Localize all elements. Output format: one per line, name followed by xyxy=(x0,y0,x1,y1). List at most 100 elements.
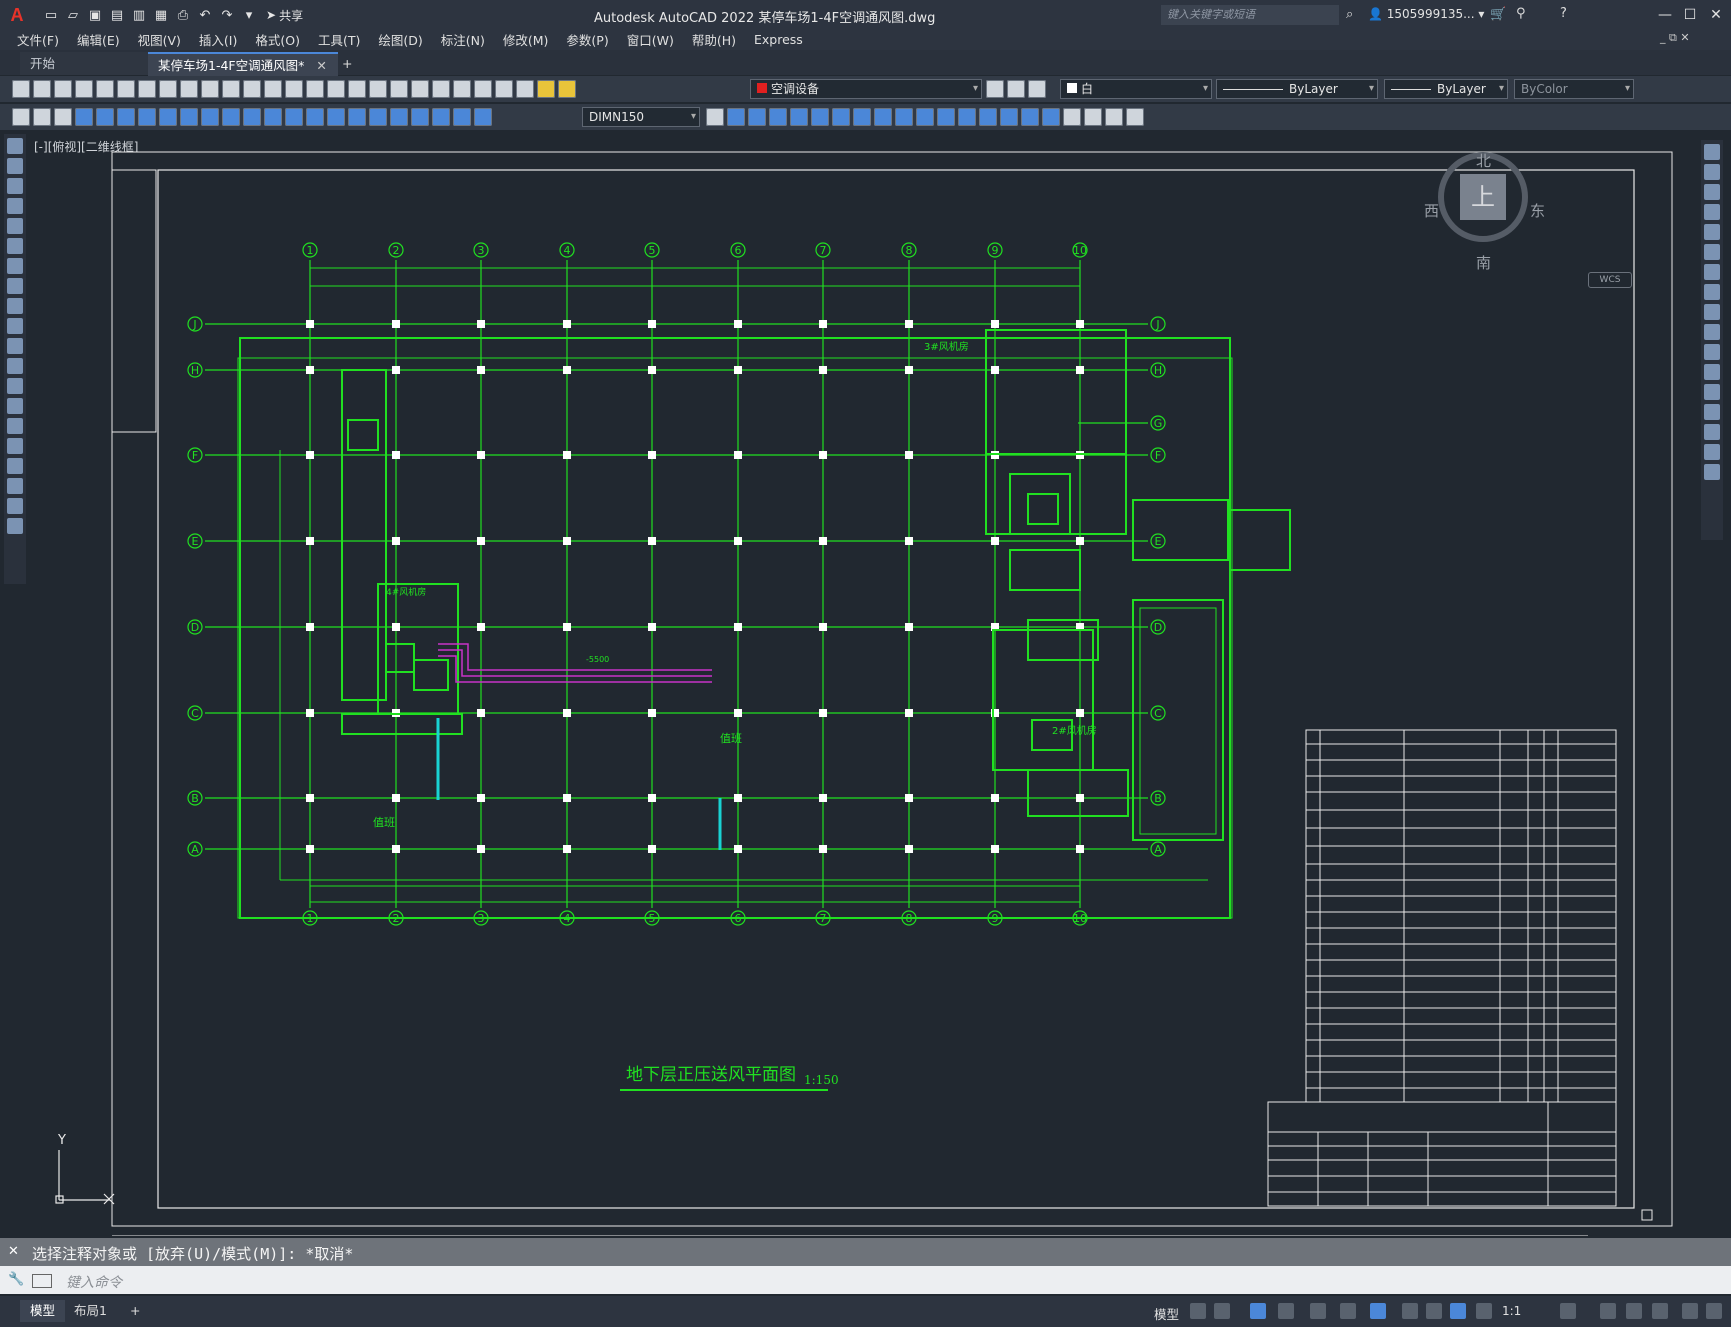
plotstyle-dropdown[interactable]: ByColor ▾ xyxy=(1514,79,1634,99)
redo-icon[interactable]: ↷ xyxy=(218,6,236,24)
compass-east[interactable]: 东 xyxy=(1530,200,1545,221)
mirror-tool-icon[interactable] xyxy=(1704,184,1720,200)
cut-icon[interactable] xyxy=(138,80,156,98)
save-web-icon[interactable]: ▦ xyxy=(152,6,170,24)
menu-window[interactable]: 窗口(W) xyxy=(618,30,683,49)
ungroup-icon[interactable] xyxy=(1084,108,1102,126)
make-current-layer-icon[interactable] xyxy=(986,80,1004,98)
block-editor-icon[interactable] xyxy=(222,80,240,98)
attribute-icon[interactable] xyxy=(54,108,72,126)
markup-icon[interactable] xyxy=(453,80,471,98)
dimension-style-icon[interactable] xyxy=(706,108,724,126)
tab-model[interactable]: 模型 xyxy=(20,1300,66,1322)
share-button[interactable]: ➤ 共享 xyxy=(266,7,303,24)
gradient-icon[interactable] xyxy=(7,438,23,454)
menu-insert[interactable]: 插入(I) xyxy=(190,30,246,49)
menu-modify[interactable]: 修改(M) xyxy=(494,30,558,49)
zoom-window-icon[interactable] xyxy=(327,80,345,98)
polar-tracking-icon[interactable] xyxy=(1278,1303,1294,1319)
undo-icon[interactable]: ↶ xyxy=(196,6,214,24)
break-tool-icon[interactable] xyxy=(1704,364,1720,380)
quick-properties-icon[interactable] xyxy=(1652,1303,1668,1319)
transparency-icon[interactable] xyxy=(1426,1303,1442,1319)
compass-south[interactable]: 南 xyxy=(1476,252,1491,273)
object-snap-tracking-icon[interactable] xyxy=(1340,1303,1356,1319)
diameter-icon[interactable] xyxy=(201,108,219,126)
copy-object-icon[interactable] xyxy=(748,108,766,126)
new-icon[interactable] xyxy=(12,80,30,98)
autocad-logo-icon[interactable]: A xyxy=(6,4,28,26)
lineweight-icon[interactable] xyxy=(1402,1303,1418,1319)
workspace-gear-icon[interactable] xyxy=(1560,1303,1576,1319)
annotation-scale[interactable]: 1:1 xyxy=(1502,1304,1521,1318)
polygon-icon[interactable] xyxy=(7,198,23,214)
layer-state-icon[interactable] xyxy=(1028,80,1046,98)
minimize-button[interactable]: — xyxy=(1652,4,1678,26)
join-tool-icon[interactable] xyxy=(1704,384,1720,400)
rotate-tool-icon[interactable] xyxy=(1704,264,1720,280)
array-tool-icon[interactable] xyxy=(1704,224,1720,240)
customize-dropdown-icon[interactable]: ▾ xyxy=(240,6,258,24)
spline-icon[interactable] xyxy=(7,298,23,314)
plot-preview-icon[interactable] xyxy=(96,80,114,98)
open-web-icon[interactable]: ▥ xyxy=(130,6,148,24)
fullscreen-icon[interactable] xyxy=(1682,1303,1698,1319)
offset-icon[interactable] xyxy=(790,108,808,126)
menu-parametric[interactable]: 参数(P) xyxy=(557,30,617,49)
stretch-tool-icon[interactable] xyxy=(1704,304,1720,320)
dimension-edit-icon[interactable] xyxy=(432,108,450,126)
line-tool-icon[interactable] xyxy=(7,138,23,154)
dimension-break-icon[interactable] xyxy=(327,108,345,126)
tool-palettes-icon[interactable] xyxy=(411,80,429,98)
aligned-dimension-icon[interactable] xyxy=(96,108,114,126)
open-file-icon[interactable]: ▱ xyxy=(64,6,82,24)
match-properties-icon[interactable] xyxy=(201,80,219,98)
layer-on-icon[interactable] xyxy=(537,80,555,98)
rotate-icon[interactable] xyxy=(853,108,871,126)
offset-tool-icon[interactable] xyxy=(1704,204,1720,220)
autodesk-app-icon[interactable]: ⚲ xyxy=(1516,6,1526,21)
ortho-mode-icon[interactable] xyxy=(1250,1303,1266,1319)
angular-icon[interactable] xyxy=(222,108,240,126)
object-snap-icon[interactable] xyxy=(1370,1303,1386,1319)
polyline-icon[interactable] xyxy=(7,178,23,194)
layer-previous-icon[interactable] xyxy=(1007,80,1025,98)
publish-icon[interactable] xyxy=(117,80,135,98)
insert-block-icon[interactable] xyxy=(7,358,23,374)
properties-icon[interactable] xyxy=(369,80,387,98)
paste-icon[interactable] xyxy=(180,80,198,98)
baseline-icon[interactable] xyxy=(264,108,282,126)
array-icon[interactable] xyxy=(811,108,829,126)
doc-window-controls[interactable]: _ ⧉ ✕ xyxy=(1660,31,1690,45)
menu-format[interactable]: 格式(O) xyxy=(246,30,309,49)
fillet-icon[interactable] xyxy=(1021,108,1039,126)
close-tab-icon[interactable]: ✕ xyxy=(316,58,326,73)
viewcube[interactable]: 上 北 南 西 东 xyxy=(1424,146,1546,272)
mirror-icon[interactable] xyxy=(769,108,787,126)
make-block-icon[interactable] xyxy=(7,378,23,394)
explode-icon[interactable] xyxy=(1042,108,1060,126)
command-prompt-icon[interactable] xyxy=(32,1274,52,1288)
plot-icon[interactable] xyxy=(75,80,93,98)
trim-tool-icon[interactable] xyxy=(1704,324,1720,340)
color-dropdown[interactable]: 白 ▾ xyxy=(1060,79,1212,99)
wcs-menu[interactable]: WCS xyxy=(1588,272,1632,288)
fillet-tool-icon[interactable] xyxy=(1704,424,1720,440)
chamfer-icon[interactable] xyxy=(1000,108,1018,126)
menu-tools[interactable]: 工具(T) xyxy=(309,30,369,49)
scale-tool-icon[interactable] xyxy=(1704,284,1720,300)
tolerance-icon[interactable] xyxy=(348,108,366,126)
copy-tool-icon[interactable] xyxy=(1704,164,1720,180)
construction-line-icon[interactable] xyxy=(7,158,23,174)
menu-file[interactable]: 文件(F) xyxy=(8,30,68,49)
annotation-visibility-icon[interactable] xyxy=(1450,1303,1466,1319)
add-tab-button[interactable]: + xyxy=(332,52,362,75)
sheet-set-icon[interactable] xyxy=(432,80,450,98)
search-icon[interactable]: ⌕ xyxy=(1346,7,1353,22)
close-button[interactable]: ✕ xyxy=(1703,4,1729,26)
wrench-icon[interactable]: 🔧 xyxy=(8,1272,24,1287)
point-icon[interactable] xyxy=(7,398,23,414)
quick-dimension-icon[interactable] xyxy=(243,108,261,126)
layer-dropdown[interactable]: 空调设备 ▾ xyxy=(750,79,982,99)
open-icon[interactable] xyxy=(33,80,51,98)
